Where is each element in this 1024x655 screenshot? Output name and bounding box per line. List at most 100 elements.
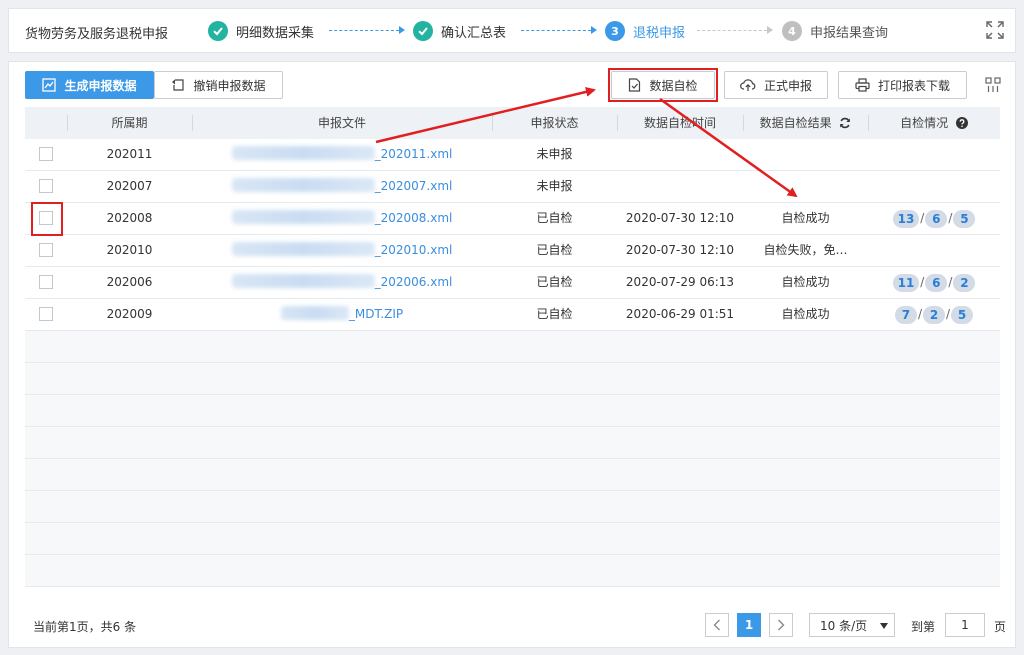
prev-page-button[interactable] [705,613,729,637]
file-link[interactable]: _MDT.ZIP [280,306,403,321]
check-time-cell: 2020-06-29 01:51 [625,307,735,321]
fullscreen-icon[interactable] [985,20,1005,40]
row-checkbox-cell [25,203,67,234]
formal-submit-button[interactable]: 正式申报 [724,71,828,99]
check-time-cell [617,171,743,202]
count-badge[interactable]: 2 [953,273,976,292]
row-checkbox[interactable] [39,146,53,161]
step-connector [697,30,767,31]
check-icon [208,21,228,41]
file-cell: _202006.xml [192,267,492,298]
refresh-icon[interactable] [839,117,851,129]
revoke-data-label: 撤销申报数据 [193,78,266,93]
check-time-cell [617,139,743,170]
check-icon [413,21,433,41]
row-checkbox[interactable] [39,306,53,321]
check-result-cell: 自检成功 [781,211,830,225]
table-row[interactable]: 202011 _202011.xml 未申报 [25,139,1000,171]
column-settings-icon[interactable] [984,76,1002,94]
check-detail-cell [868,139,1000,170]
empty-row [25,395,1000,427]
step-4-label: 申报结果查询 [810,25,889,41]
period-cell: 202010 [106,243,153,257]
status-cell: 未申报 [536,179,573,193]
revoke-data-button[interactable]: 撤销申报数据 [154,71,283,99]
header-select [25,107,67,139]
row-checkbox[interactable] [39,178,53,193]
step-3-label: 退税申报 [633,25,686,41]
table-row[interactable]: 202008 _202008.xml 已自检 2020-07-30 12:10 … [25,203,1000,235]
data-selfcheck-label: 数据自检 [649,78,698,93]
file-cell: _MDT.ZIP [192,299,492,330]
file-link[interactable]: _202007.xml [231,178,452,193]
goto-prefix: 到第 [911,620,936,634]
header-check-result-label: 数据自检结果 [759,116,832,130]
count-badge[interactable]: 11 [892,273,920,292]
file-link[interactable]: _202010.xml [231,242,452,257]
row-checkbox[interactable] [39,242,53,257]
count-badge[interactable]: 5 [951,305,974,324]
status-cell: 已自检 [536,243,573,257]
check-result-cell [743,139,868,170]
next-page-button[interactable] [769,613,793,637]
check-counts: 11/6/2 [892,267,976,298]
check-time-cell: 2020-07-30 12:10 [625,243,735,257]
table-row[interactable]: 202007 _202007.xml 未申报 [25,171,1000,203]
row-checkbox-cell [25,267,67,298]
empty-row [25,459,1000,491]
count-badge[interactable]: 5 [953,209,976,228]
status-cell: 已自检 [536,211,573,225]
generate-data-label: 生成申报数据 [64,78,137,93]
check-time-cell: 2020-07-30 12:10 [625,211,735,225]
step-1[interactable]: 明细数据采集 [208,20,314,42]
count-badge[interactable]: 6 [925,273,948,292]
count-badge[interactable]: 7 [894,305,917,324]
file-link[interactable]: _202006.xml [231,274,452,289]
table-row[interactable]: 202009 _MDT.ZIP 已自检 2020-06-29 01:51 自检成… [25,299,1000,331]
formal-submit-label: 正式申报 [763,78,812,93]
period-cell: 202011 [106,147,153,161]
step-3[interactable]: 3 退税申报 [605,20,685,42]
page-1-button[interactable]: 1 [737,613,761,637]
data-selfcheck-button[interactable]: 数据自检 [611,71,715,99]
step-2[interactable]: 确认汇总表 [413,20,506,42]
period-cell: 202009 [106,307,153,321]
header-status: 申报状态 [492,107,617,139]
row-checkbox[interactable] [39,210,53,225]
row-checkbox[interactable] [39,274,53,289]
count-badge[interactable]: 2 [923,305,945,324]
file-link[interactable]: _202011.xml [231,146,452,161]
row-checkbox-cell [25,299,67,330]
help-icon[interactable] [955,116,968,129]
page-size-select[interactable]: 10 条/页 [809,613,895,637]
check-detail-cell: 11/6/2 [868,267,1000,298]
file-cell: _202010.xml [192,235,492,266]
cloud-upload-icon [740,79,756,91]
check-result-cell [743,171,868,202]
caret-down-icon [880,623,888,629]
print-download-button[interactable]: 打印报表下载 [838,71,967,99]
chart-icon [42,78,57,92]
count-badge[interactable]: 6 [925,209,948,228]
goto-page-input[interactable] [945,613,985,637]
check-detail-cell [868,171,1000,202]
generate-data-button[interactable]: 生成申报数据 [25,71,154,99]
redacted-filename [280,306,349,320]
main-panel: 生成申报数据 撤销申报数据 数据自检 正式申报 打印报表下载 所属期 申报文件 … [8,61,1016,648]
table-row[interactable]: 202006 _202006.xml 已自检 2020-07-29 06:13 … [25,267,1000,299]
header-check-detail: 自检情况 [868,107,1000,139]
chevron-left-icon [713,619,720,631]
file-link[interactable]: _202008.xml [231,210,452,225]
connector-arrow-icon [591,26,597,34]
step-connector [329,30,399,31]
step-4[interactable]: 4 申报结果查询 [782,20,888,42]
table-row[interactable]: 202010 _202010.xml 已自检 2020-07-30 12:10 … [25,235,1000,267]
header-check-time: 数据自检时间 [617,107,743,139]
step-2-label: 确认汇总表 [441,25,507,41]
count-badge[interactable]: 13 [892,209,920,228]
check-result-cell[interactable]: 自检失败，免… [743,235,868,266]
chevron-right-icon [778,619,785,631]
check-time-cell: 2020-07-29 06:13 [625,275,735,289]
check-detail-cell: 13/6/5 [868,203,1000,234]
redacted-filename [231,242,375,256]
